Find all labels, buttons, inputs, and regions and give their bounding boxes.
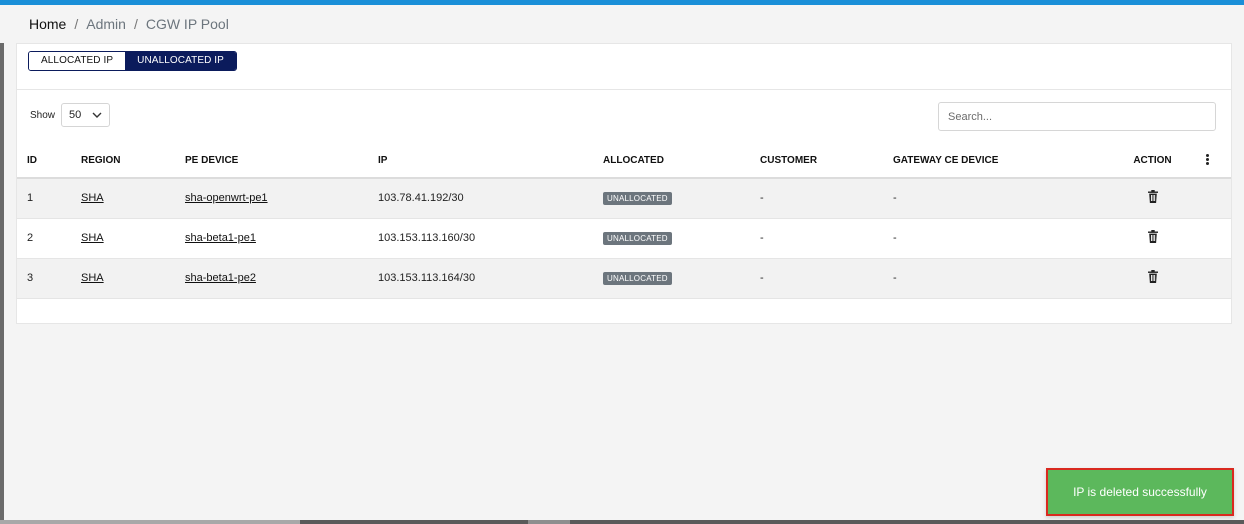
cell-ip: 103.78.41.192/30 xyxy=(378,178,603,219)
tab-unallocated-ip[interactable]: UNALLOCATED IP xyxy=(125,52,236,70)
delete-icon[interactable] xyxy=(1147,270,1159,283)
header-ip[interactable]: IP xyxy=(378,144,603,179)
header-id[interactable]: ID xyxy=(17,144,81,179)
header-customer[interactable]: CUSTOMER xyxy=(760,144,893,179)
status-badge: UNALLOCATED xyxy=(603,231,672,245)
ip-filter-toggle: ALLOCATED IP UNALLOCATED IP xyxy=(28,51,237,71)
taskbar-segment xyxy=(528,520,570,524)
search-input[interactable] xyxy=(938,102,1216,131)
more-options-icon[interactable] xyxy=(1206,153,1210,166)
cell-ip: 103.153.113.160/30 xyxy=(378,218,603,259)
region-link[interactable]: SHA xyxy=(81,272,104,284)
pe-device-link[interactable]: sha-beta1-pe2 xyxy=(185,272,256,284)
header-allocated[interactable]: ALLOCATED xyxy=(603,144,760,179)
cell-customer: - xyxy=(760,178,893,219)
pe-device-link[interactable]: sha-beta1-pe1 xyxy=(185,232,256,244)
cell-customer: - xyxy=(760,258,893,299)
breadcrumb-current: CGW IP Pool xyxy=(145,16,229,32)
table-row: 2 SHA sha-beta1-pe1 103.153.113.160/30 U… xyxy=(17,218,1231,259)
header-pe-device[interactable]: PE DEVICE xyxy=(185,144,378,179)
table-row: 3 SHA sha-beta1-pe2 103.153.113.164/30 U… xyxy=(17,258,1231,299)
breadcrumb: Home / Admin / CGW IP Pool xyxy=(29,16,229,32)
header-gateway-ce-device[interactable]: GATEWAY CE DEVICE xyxy=(893,144,1099,179)
tab-allocated-ip[interactable]: ALLOCATED IP xyxy=(29,52,126,70)
table-row: 1 SHA sha-openwrt-pe1 103.78.41.192/30 U… xyxy=(17,178,1231,219)
pe-device-link[interactable]: sha-openwrt-pe1 xyxy=(185,192,268,204)
cell-ip: 103.153.113.164/30 xyxy=(378,258,603,299)
breadcrumb-home[interactable]: Home xyxy=(29,16,66,32)
taskbar-segment xyxy=(0,520,300,524)
breadcrumb-separator: / xyxy=(133,16,138,32)
toast-message: IP is deleted successfully xyxy=(1073,485,1207,499)
page-size-control: Show 50 xyxy=(30,103,111,127)
delete-icon[interactable] xyxy=(1147,190,1159,204)
cell-gateway: - xyxy=(893,218,1099,259)
region-link[interactable]: SHA xyxy=(81,232,104,244)
cell-id: 2 xyxy=(17,218,81,259)
status-badge: UNALLOCATED xyxy=(603,191,672,205)
breadcrumb-admin[interactable]: Admin xyxy=(86,16,126,32)
cell-gateway: - xyxy=(893,178,1099,219)
region-link[interactable]: SHA xyxy=(81,192,104,204)
column-menu[interactable] xyxy=(1206,144,1231,179)
header-region[interactable]: REGION xyxy=(81,144,185,179)
cell-customer: - xyxy=(760,218,893,259)
breadcrumb-separator: / xyxy=(74,16,79,32)
delete-icon[interactable] xyxy=(1147,230,1159,243)
chevron-down-icon xyxy=(92,112,102,118)
tabs-row: ALLOCATED IP UNALLOCATED IP xyxy=(17,44,1231,90)
show-label: Show xyxy=(30,109,56,121)
ip-pool-card: ALLOCATED IP UNALLOCATED IP Show 50 Sear… xyxy=(16,43,1232,324)
cell-id: 1 xyxy=(17,178,81,219)
cell-gateway: - xyxy=(893,258,1099,299)
page-size-select[interactable]: 50 xyxy=(61,103,111,127)
table-header-row: ID REGION PE DEVICE IP ALLOCATED CUSTOME… xyxy=(17,144,1231,179)
header-action: ACTION xyxy=(1099,144,1206,179)
success-toast[interactable]: IP is deleted successfully xyxy=(1046,468,1234,516)
page-size-value: 50 xyxy=(69,109,82,121)
status-badge: UNALLOCATED xyxy=(603,271,672,285)
left-edge-strip xyxy=(0,43,4,521)
top-accent-bar xyxy=(0,0,1244,5)
ip-pool-table: ID REGION PE DEVICE IP ALLOCATED CUSTOME… xyxy=(17,144,1231,299)
cell-id: 3 xyxy=(17,258,81,299)
bottom-taskbar-strip xyxy=(0,520,1244,524)
